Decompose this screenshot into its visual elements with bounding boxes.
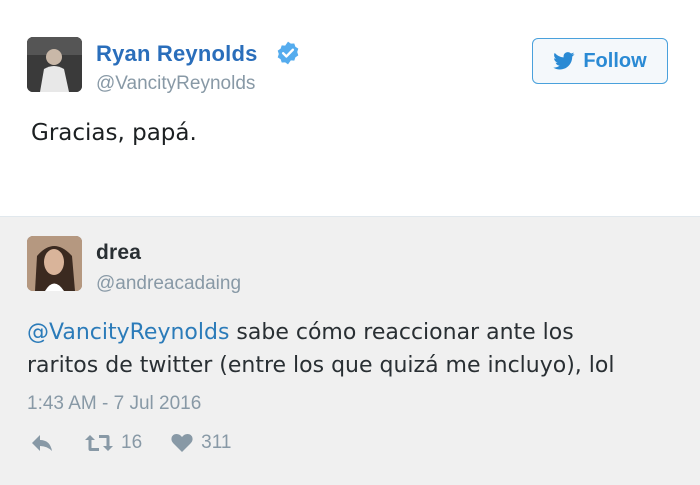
twitter-bird-icon xyxy=(553,52,575,70)
tweet-text: Gracias, papá. xyxy=(31,120,197,146)
verified-badge-icon xyxy=(277,41,299,65)
avatar[interactable] xyxy=(27,236,82,291)
heart-icon xyxy=(171,434,193,452)
reply-author-name[interactable]: drea xyxy=(96,241,141,265)
reply-author-handle[interactable]: @andreacadaing xyxy=(96,273,241,295)
like-count: 311 xyxy=(201,432,232,453)
retweet-icon xyxy=(85,435,113,451)
avatar[interactable] xyxy=(27,37,82,92)
retweet-count: 16 xyxy=(121,432,143,453)
author-name[interactable]: Ryan Reynolds xyxy=(96,41,258,67)
author-handle[interactable]: @VancityReynolds xyxy=(96,73,255,95)
reply-text: @VancityReynolds sabe cómo reaccionar an… xyxy=(27,316,697,382)
follow-button[interactable]: Follow xyxy=(532,38,668,84)
avatar-photo xyxy=(27,236,82,291)
reply-arrow-icon xyxy=(32,435,52,451)
avatar-photo xyxy=(27,37,82,92)
reply-text-line1: sabe cómo reaccionar ante los xyxy=(229,320,574,345)
mention-link[interactable]: @VancityReynolds xyxy=(27,320,229,345)
like-button[interactable]: 311 xyxy=(171,432,231,454)
reply-text-line2: raritos de twitter (entre los que quizá … xyxy=(27,353,615,378)
follow-label: Follow xyxy=(583,49,647,72)
retweet-button[interactable]: 16 xyxy=(85,432,142,454)
tweet-actions: 16 311 xyxy=(27,428,231,458)
timestamp[interactable]: 1:43 AM - 7 Jul 2016 xyxy=(27,393,201,415)
original-tweet-card: Ryan Reynolds @VancityReynolds Follow Gr… xyxy=(0,0,700,216)
reply-button[interactable] xyxy=(30,433,54,453)
